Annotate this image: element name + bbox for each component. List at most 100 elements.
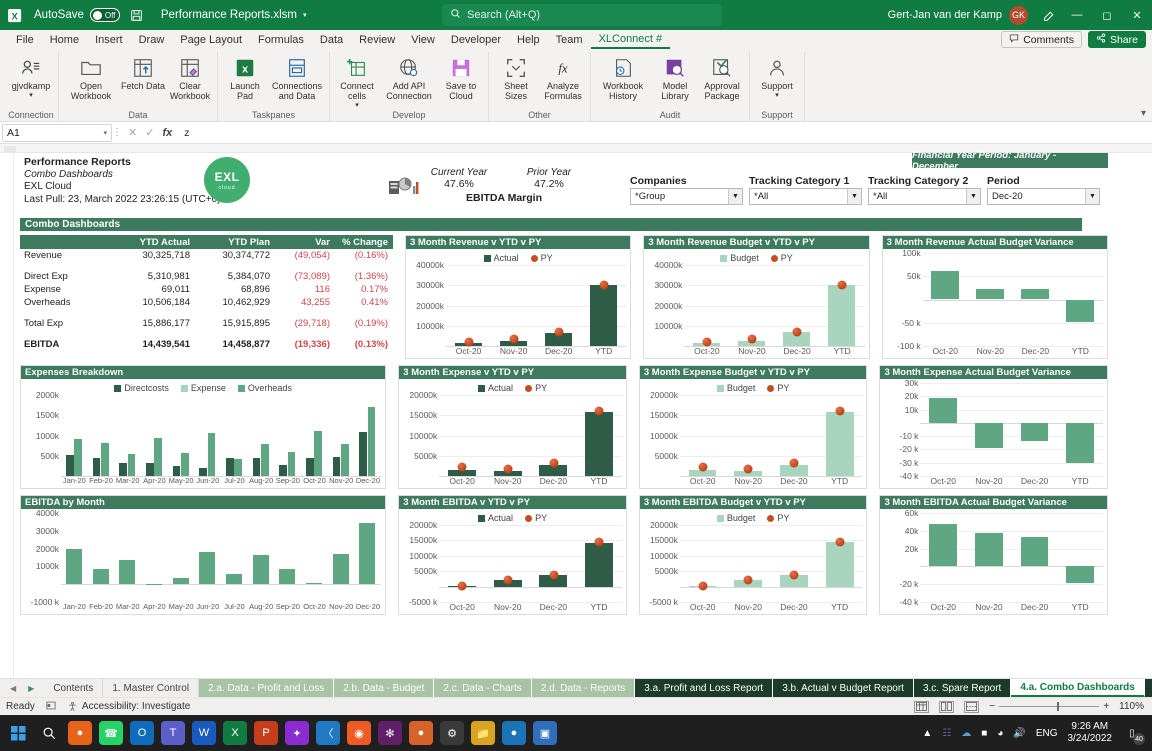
sheet-tab-3-c-spare-report[interactable]: 3.c. Spare Report	[913, 679, 1012, 697]
settings-icon[interactable]: ⚙	[440, 721, 464, 745]
wifi-icon[interactable]: ◕	[997, 728, 1003, 739]
maximize-button[interactable]: ◻	[1092, 0, 1122, 30]
comments-button[interactable]: Comments	[1001, 31, 1082, 48]
notification-center-icon[interactable]: ▯ 40	[1122, 724, 1145, 745]
ribbon-tab-home[interactable]: Home	[42, 32, 87, 48]
ribbon-button-model-library[interactable]: Model Library	[652, 52, 698, 101]
sheet-tab-4-a-combo-dashboards[interactable]: 4.a. Combo Dashboards	[1011, 679, 1145, 697]
sheet-tab-2-a-data-profit-and-loss[interactable]: 2.a. Data - Profit and Loss	[199, 679, 335, 697]
accessibility-status[interactable]: Accessibility: Investigate	[67, 701, 190, 712]
chart-body[interactable]: -100 k -50 k 50k 100k Oct-20 Nov-20 Dec-20 YTD	[883, 248, 1107, 359]
ribbon-button-gjvdkamp[interactable]: gjvdkamp ▾	[8, 52, 54, 101]
ribbon-tab-team[interactable]: Team	[548, 32, 591, 48]
tracking-category-1-dropdown[interactable]: *All ▼	[749, 188, 862, 205]
ribbon-button-analyze-formulas[interactable]: fx Analyze Formulas	[540, 52, 586, 101]
zoom-track[interactable]	[999, 702, 1100, 711]
excel-taskbar-icon[interactable]: X	[223, 721, 247, 745]
ribbon-button-connections-and-data[interactable]: Connections and Data	[269, 52, 325, 101]
sheet-tab-3-b-actual-v-budget-report[interactable]: 3.b. Actual v Budget Report	[773, 679, 914, 697]
ribbon-button-fetch-data[interactable]: Fetch Data	[120, 52, 166, 91]
ribbon-button-workbook-history[interactable]: Workbook History	[595, 52, 651, 101]
vscode-icon[interactable]: 〈	[316, 721, 340, 745]
chart-body[interactable]: -1000 k 1000k 2000k 3000k 4000k Jan-20 Feb-20 M…	[21, 508, 385, 615]
edge-icon[interactable]: ●	[502, 721, 526, 745]
close-button[interactable]: ✕	[1122, 0, 1152, 30]
battery-icon[interactable]: ■	[981, 728, 987, 739]
chevron-down-icon[interactable]: ▾	[103, 129, 107, 137]
insert-function-icon[interactable]: fx	[162, 127, 172, 139]
name-box[interactable]: A1 ▾	[2, 123, 112, 142]
clock[interactable]: 9:26 AM 3/24/2022	[1068, 721, 1113, 745]
ribbon-tab-data[interactable]: Data	[312, 32, 351, 48]
tray-expand-icon[interactable]: ▲	[922, 728, 932, 739]
volume-icon[interactable]: 🔊	[1013, 728, 1025, 739]
visual-studio-icon[interactable]: ✦	[285, 721, 309, 745]
sheet-tab-2-c-data-charts[interactable]: 2.c. Data - Charts	[434, 679, 532, 697]
chart-body[interactable]: Budget PY 10000k 20000k 30000k 40000k Oct-20 No…	[644, 249, 868, 359]
chart-body[interactable]: Actual PY 10000k 20000k 30000k 40000k Oct-20 No…	[406, 249, 630, 359]
word-icon[interactable]: W	[192, 721, 216, 745]
ribbon-button-approval-package[interactable]: Approval Package	[699, 52, 745, 101]
ribbon-button-clear-workbook[interactable]: Clear Workbook	[167, 52, 213, 101]
period-dropdown[interactable]: Dec-20 ▼	[987, 188, 1100, 205]
ribbon-tab-xlconnect[interactable]: XLConnect #	[590, 31, 671, 49]
zoom-out-button[interactable]: −	[989, 701, 995, 712]
chart-body[interactable]: Budget PY -5000 k 5000k 10000k 15000k 20000k Oc…	[640, 509, 867, 615]
previous-sheet-icon[interactable]: ◀	[10, 684, 16, 693]
ribbon-tab-insert[interactable]: Insert	[87, 32, 131, 48]
zoom-in-button[interactable]: +	[1103, 701, 1109, 712]
sheet-tab-contents[interactable]: Contents	[44, 679, 104, 697]
whatsapp-icon[interactable]: ☎	[99, 721, 123, 745]
chart-body[interactable]: -40 k -20 k 20k 40k 60k Oct-20 Nov-20 Dec-20 YTD	[880, 508, 1107, 615]
folder-taskbar-icon[interactable]: 📁	[471, 721, 495, 745]
ribbon-tab-review[interactable]: Review	[351, 32, 403, 48]
formula-input[interactable]: z	[178, 124, 1150, 142]
firefox-icon[interactable]: ●	[68, 721, 92, 745]
chevron-down-icon[interactable]: ▼	[966, 189, 980, 204]
ribbon-tab-page-layout[interactable]: Page Layout	[172, 32, 250, 48]
onedrive-tray-icon[interactable]: ☁	[961, 728, 971, 739]
chart-body[interactable]: Budget PY 5000k 10000k 15000k 20000k Oct-20 Nov…	[640, 379, 867, 489]
companies-dropdown[interactable]: *Group ▼	[630, 188, 743, 205]
user-account[interactable]: Gert-Jan van der Kamp GK	[888, 5, 1036, 25]
ribbon-button-connect-cells[interactable]: Connect cells ▾	[334, 52, 380, 111]
ribbon-button-sheet-sizes[interactable]: Sheet Sizes	[493, 52, 539, 101]
file-name-area[interactable]: Performance Reports.xlsm ▾	[161, 9, 307, 21]
minimize-button[interactable]: —	[1062, 0, 1092, 30]
ribbon-tab-draw[interactable]: Draw	[131, 32, 173, 48]
sheet-tab-1-master-control[interactable]: 1. Master Control	[103, 679, 200, 697]
cancel-formula-icon[interactable]: ✕	[128, 126, 137, 139]
app-icon[interactable]: ▣	[533, 721, 557, 745]
chart-body[interactable]: Directcosts Expense Overheads 500k 1000k 1500…	[21, 379, 385, 489]
ribbon-tab-formulas[interactable]: Formulas	[250, 32, 312, 48]
sheet-tab-2-d-data-reports[interactable]: 2.d. Data - Reports	[531, 679, 636, 697]
normal-view-button[interactable]	[914, 700, 930, 713]
language-indicator[interactable]: ENG	[1036, 728, 1058, 739]
ribbon-button-open-workbook[interactable]: Open Workbook	[63, 52, 119, 101]
file-menu-chevron-icon[interactable]: ▾	[303, 11, 307, 19]
sheet-tab-4-b-revenu[interactable]: 4.b. Revenu	[1144, 679, 1152, 697]
ribbon-tab-developer[interactable]: Developer	[443, 32, 509, 48]
ribbon-button-add-api-connection[interactable]: Add API Connection	[381, 52, 437, 101]
postman-icon[interactable]: ◉	[347, 721, 371, 745]
zoom-slider[interactable]: − +	[989, 701, 1109, 712]
autosave-control[interactable]: AutoSave Off	[34, 8, 120, 22]
slack-icon[interactable]: ✻	[378, 721, 402, 745]
teams-icon[interactable]: T	[161, 721, 185, 745]
ribbon-tab-file[interactable]: File	[8, 32, 42, 48]
autosave-toggle[interactable]: Off	[89, 8, 120, 22]
teams-tray-icon[interactable]: ☷	[942, 728, 951, 739]
chart-body[interactable]: Actual PY -5000 k 5000k 10000k 15000k 20000k Oc…	[399, 509, 626, 615]
next-sheet-icon[interactable]: ▶	[28, 684, 34, 693]
start-button-icon[interactable]	[6, 721, 30, 745]
chevron-down-icon[interactable]: ▾	[775, 91, 779, 101]
chart-body[interactable]: Actual PY 5000k 10000k 15000k 20000k Oct-20 Nov…	[399, 379, 626, 489]
ribbon-button-save-to-cloud[interactable]: Save to Cloud	[438, 52, 484, 101]
search-taskbar-icon[interactable]	[37, 721, 61, 745]
avatar[interactable]: GK	[1009, 5, 1028, 25]
confirm-formula-icon[interactable]: ✓	[145, 126, 154, 139]
tracking-category-2-dropdown[interactable]: *All ▼	[868, 188, 981, 205]
ribbon-button-support[interactable]: Support ▾	[754, 52, 800, 101]
page-layout-view-button[interactable]	[939, 700, 955, 713]
powerpoint-icon[interactable]: P	[254, 721, 278, 745]
